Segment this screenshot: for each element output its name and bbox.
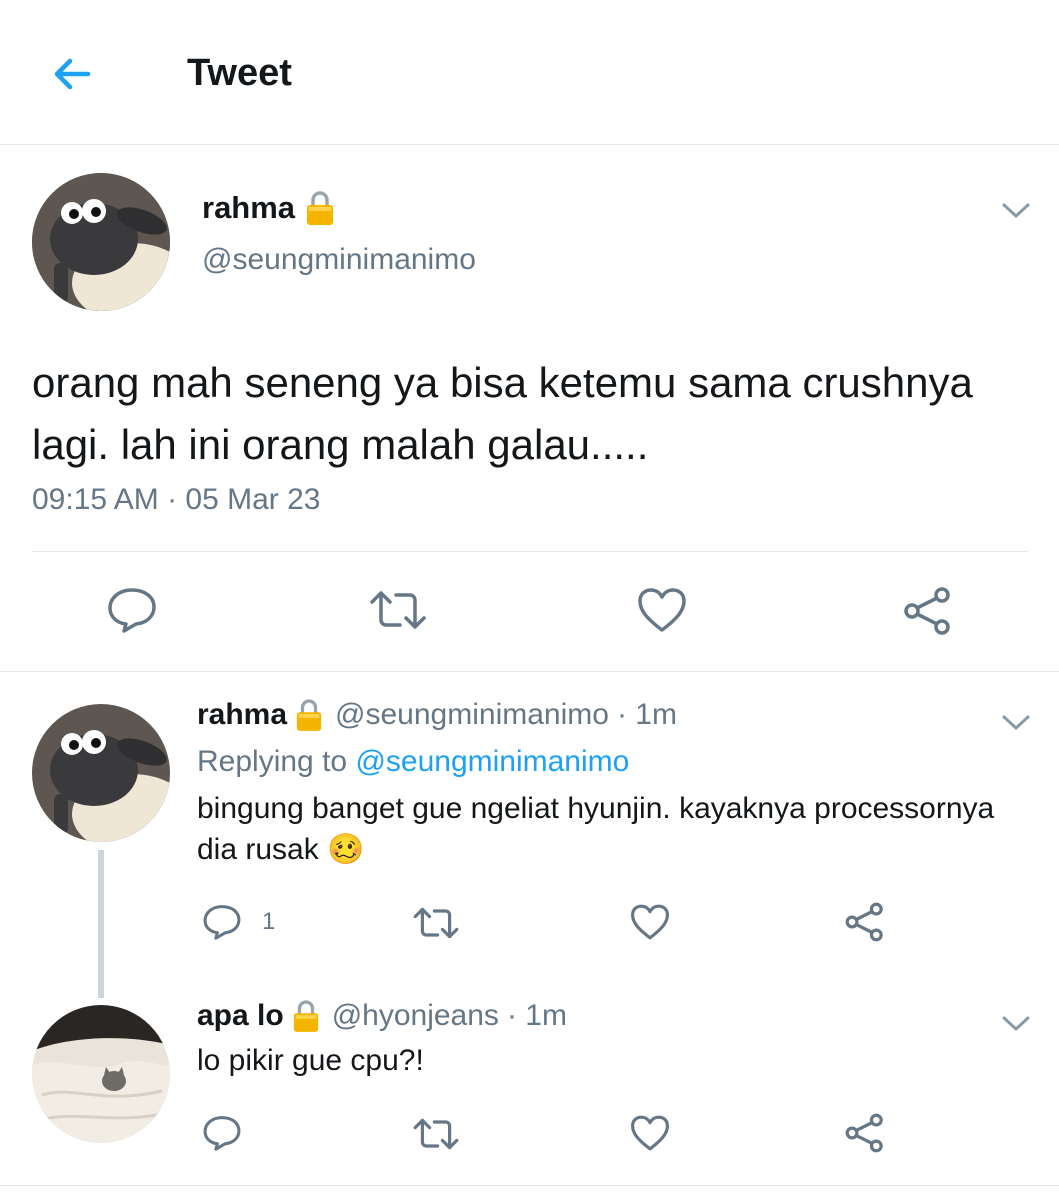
replying-to-link[interactable]: @seungminimanimo [355, 745, 629, 778]
author-handle[interactable]: @hyonjeans [332, 999, 499, 1033]
lock-icon [296, 699, 322, 731]
lock-icon [307, 191, 334, 225]
back-arrow-icon[interactable] [48, 50, 96, 98]
tweet-text: orang mah seneng ya bisa ketemu sama cru… [32, 359, 973, 468]
heart-icon[interactable] [629, 1114, 671, 1152]
lock-icon [293, 1000, 318, 1032]
avatar[interactable] [32, 704, 170, 842]
thread-connector [98, 850, 104, 998]
avatar[interactable] [32, 1005, 170, 1143]
page-title: Tweet [187, 52, 292, 94]
avatar[interactable] [32, 173, 170, 311]
share-icon[interactable] [902, 585, 954, 637]
chevron-down-icon[interactable] [1001, 1013, 1031, 1033]
reply-time: · 1m [506, 999, 567, 1032]
reply-text-body: bingung banget gue ngeliat hyunjin. kaya… [197, 792, 995, 866]
author-name[interactable]: apa lo [197, 999, 284, 1033]
reply-header: apa lo @hyonjeans · 1m [197, 999, 567, 1033]
divider [0, 1185, 1059, 1186]
author-name[interactable]: rahma [197, 698, 287, 732]
reply-time: · 1m [616, 698, 677, 731]
reply-header: rahma @seungminimanimo · 1m [197, 698, 677, 732]
cat-on-bed-avatar-icon [32, 1005, 170, 1143]
divider [32, 551, 1028, 552]
reply-icon[interactable] [202, 903, 242, 941]
reply-text: lo pikir gue cpu?! [197, 1044, 424, 1077]
divider [0, 671, 1059, 672]
woozy-face-emoji: 🥴 [327, 833, 365, 866]
replying-to: Replying to @seungminimanimo [197, 745, 629, 779]
sheep-avatar-icon [32, 173, 170, 311]
retweet-icon[interactable] [368, 588, 428, 632]
chevron-down-icon[interactable] [1001, 712, 1031, 732]
author-name[interactable]: rahma [202, 190, 295, 226]
author-handle[interactable]: @seungminimanimo [335, 698, 609, 732]
share-icon[interactable] [844, 901, 886, 943]
retweet-icon[interactable] [412, 1116, 460, 1152]
author-handle[interactable]: @seungminimanimo [202, 243, 476, 277]
reply-icon[interactable] [106, 586, 158, 634]
sheep-avatar-icon [32, 704, 170, 842]
reply-count: 1 [262, 908, 276, 935]
top-bar: Tweet [0, 0, 1059, 145]
replying-prefix: Replying to [197, 745, 356, 778]
reply-icon[interactable] [202, 1114, 242, 1152]
tweet-author-name[interactable]: rahma [202, 190, 335, 226]
tweet-timestamp: 09:15 AM · 05 Mar 23 [32, 483, 321, 516]
heart-icon[interactable] [636, 586, 688, 634]
heart-icon[interactable] [629, 903, 671, 941]
retweet-icon[interactable] [412, 905, 460, 941]
share-icon[interactable] [844, 1112, 886, 1154]
reply-text: bingung banget gue ngeliat hyunjin. kaya… [197, 788, 1037, 870]
chevron-down-icon[interactable] [1001, 200, 1031, 220]
